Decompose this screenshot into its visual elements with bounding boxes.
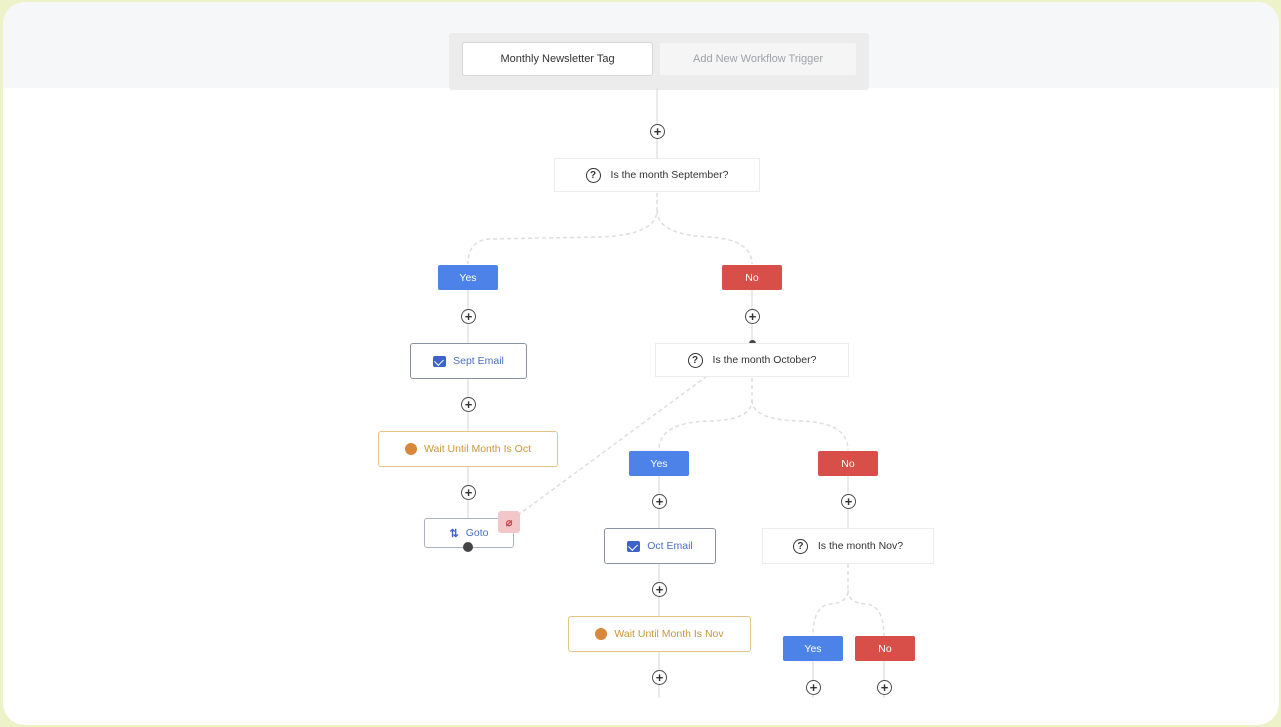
add-step-button[interactable]: + xyxy=(461,397,476,412)
branch-yes-october[interactable]: Yes xyxy=(629,451,689,476)
oct-email-action[interactable]: Oct Email xyxy=(604,528,716,564)
clock-icon xyxy=(405,443,418,455)
branch-no-october[interactable]: No xyxy=(818,451,878,476)
condition-label: Is the month September? xyxy=(610,169,729,181)
add-step-button[interactable]: + xyxy=(461,309,476,324)
add-step-button[interactable]: + xyxy=(652,670,667,685)
add-step-button[interactable]: + xyxy=(841,494,856,509)
mail-icon xyxy=(627,540,641,552)
branch-yes-september[interactable]: Yes xyxy=(438,265,498,290)
add-step-button[interactable]: + xyxy=(745,309,760,324)
mail-icon xyxy=(433,355,447,367)
action-label: Goto xyxy=(465,527,489,539)
action-label: Wait Until Month Is Nov xyxy=(614,628,724,640)
wait-until-nov-action[interactable]: Wait Until Month Is Nov xyxy=(568,616,751,652)
action-label: Sept Email xyxy=(453,355,504,367)
add-step-button[interactable]: + xyxy=(806,680,821,695)
action-label: Wait Until Month Is Oct xyxy=(424,443,531,455)
condition-label: Is the month Nov? xyxy=(817,540,904,552)
condition-october[interactable]: ? Is the month October? xyxy=(655,343,849,377)
branch-no-november[interactable]: No xyxy=(855,636,915,661)
add-step-button[interactable]: + xyxy=(652,582,667,597)
add-step-button[interactable]: + xyxy=(652,494,667,509)
add-step-button[interactable]: + xyxy=(877,680,892,695)
branch-yes-november[interactable]: Yes xyxy=(783,636,843,661)
action-label: Oct Email xyxy=(647,540,693,552)
question-icon: ? xyxy=(687,352,703,368)
question-icon: ? xyxy=(585,167,601,183)
add-step-button[interactable]: + xyxy=(650,124,665,139)
goto-connector-handle[interactable] xyxy=(463,542,473,552)
condition-september[interactable]: ? Is the month September? xyxy=(554,158,760,192)
goto-icon: ⇅ xyxy=(449,527,459,540)
sept-email-action[interactable]: Sept Email xyxy=(410,343,527,379)
condition-label: Is the month October? xyxy=(712,354,817,366)
wait-until-oct-action[interactable]: Wait Until Month Is Oct xyxy=(378,431,558,467)
branch-no-september[interactable]: No xyxy=(722,265,782,290)
clock-icon xyxy=(595,628,608,640)
unlink-icon[interactable]: ⌀ xyxy=(498,511,520,533)
condition-november[interactable]: ? Is the month Nov? xyxy=(762,528,934,564)
question-icon: ? xyxy=(792,538,808,554)
add-step-button[interactable]: + xyxy=(461,485,476,500)
